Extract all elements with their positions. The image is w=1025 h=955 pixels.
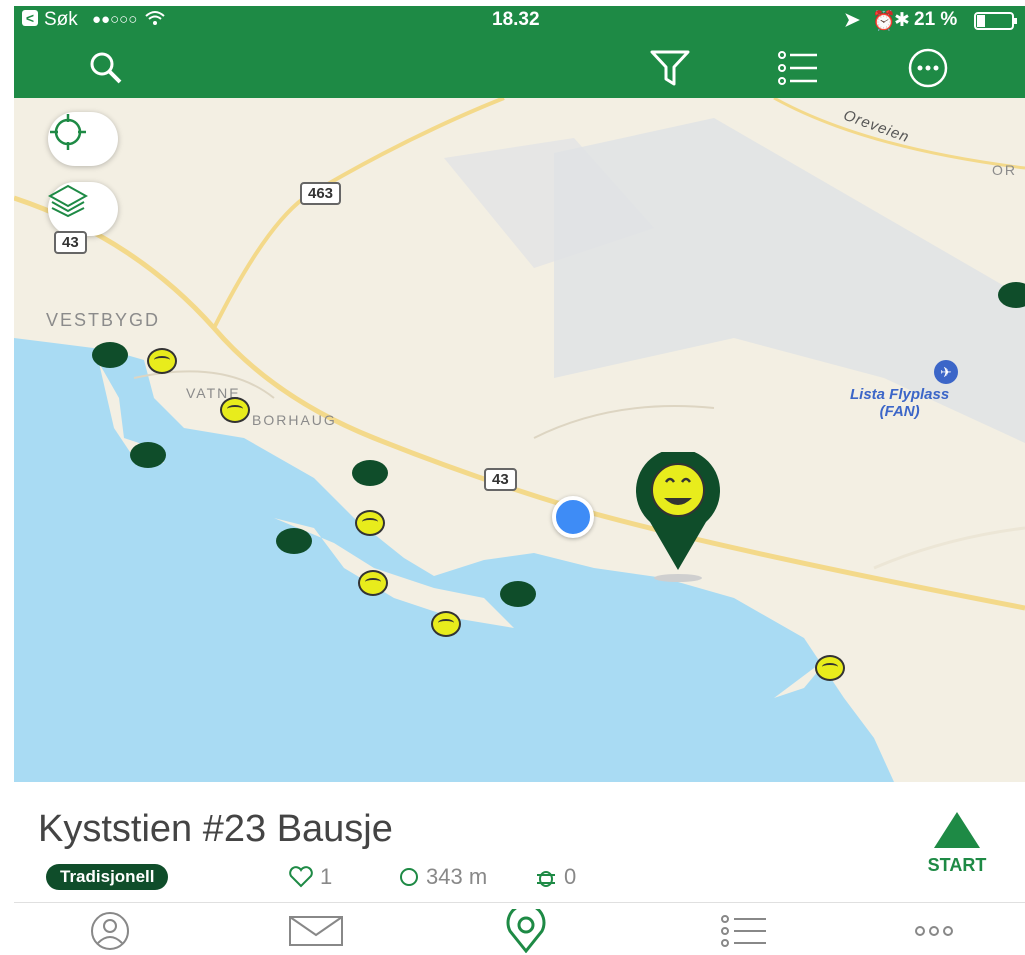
back-icon[interactable]: < bbox=[22, 10, 38, 26]
wifi-icon bbox=[144, 9, 166, 33]
alarm-icon: ⏰ bbox=[872, 11, 896, 32]
airport-icon: ✈ bbox=[934, 360, 958, 384]
cache-marker[interactable] bbox=[276, 528, 312, 554]
status-time: 18.32 bbox=[492, 9, 540, 30]
map-tab[interactable] bbox=[496, 909, 556, 953]
more-dots-icon bbox=[915, 926, 953, 936]
navigation-arrow-icon bbox=[934, 812, 980, 848]
back-label[interactable]: Søk bbox=[44, 9, 78, 31]
distance-value: 343 m bbox=[426, 864, 488, 889]
airport-label: Lista Flyplass (FAN) bbox=[850, 386, 949, 420]
airport-name: Lista Flyplass bbox=[850, 386, 950, 403]
more-icon[interactable] bbox=[904, 44, 952, 92]
lists-tab[interactable] bbox=[714, 911, 774, 951]
start-button[interactable]: START bbox=[917, 810, 997, 876]
list-icon[interactable] bbox=[774, 44, 822, 92]
profile-tab[interactable] bbox=[80, 911, 140, 951]
cache-marker[interactable] bbox=[352, 460, 388, 486]
mail-icon bbox=[289, 916, 343, 946]
map-canvas bbox=[14, 98, 1025, 782]
profile-icon bbox=[91, 912, 129, 950]
favorites-count: 1 bbox=[288, 864, 332, 890]
road-43-shield-east: 43 bbox=[484, 468, 517, 491]
bug-icon bbox=[537, 871, 555, 887]
cache-marker[interactable] bbox=[500, 581, 536, 607]
messages-tab[interactable] bbox=[286, 911, 346, 951]
selected-cache-pin[interactable] bbox=[620, 452, 736, 582]
trackables-count: 0 bbox=[534, 864, 576, 890]
cache-info-panel[interactable]: Kyststien #23 Bausje Tradisjonell 1 343 … bbox=[14, 782, 1025, 902]
cache-marker[interactable] bbox=[92, 342, 128, 368]
heart-icon bbox=[289, 866, 313, 888]
found-cache-marker[interactable] bbox=[220, 397, 250, 423]
battery-percent: 21 % bbox=[914, 9, 958, 30]
road-463-shield: 463 bbox=[300, 182, 342, 205]
start-label[interactable]: START bbox=[917, 855, 997, 876]
distance-icon bbox=[400, 868, 418, 886]
locate-me-button[interactable] bbox=[48, 112, 118, 166]
found-cache-marker[interactable] bbox=[358, 570, 388, 596]
crosshair-icon bbox=[50, 114, 86, 150]
map-view[interactable]: 463 43 43 VESTBYGD VATNE BORHAUG Oreveie… bbox=[14, 98, 1025, 782]
found-cache-marker[interactable] bbox=[431, 611, 461, 637]
road-label-or: OR bbox=[992, 162, 1017, 178]
user-location-dot bbox=[552, 496, 594, 538]
more-tab[interactable] bbox=[904, 911, 964, 951]
trackables-value: 0 bbox=[564, 864, 577, 889]
layers-button[interactable] bbox=[48, 182, 118, 236]
airport-code: (FAN) bbox=[879, 403, 920, 420]
status-bar: < Søk ●●○○○ 18.32 ➤ ⏰ ✱ 21 % bbox=[14, 6, 1025, 34]
tab-bar bbox=[14, 902, 1025, 955]
place-label-vestbygd: VESTBYGD bbox=[46, 310, 161, 330]
filter-icon[interactable] bbox=[646, 44, 694, 92]
location-arrow-icon: ➤ bbox=[844, 10, 860, 31]
distance: 343 m bbox=[398, 864, 487, 890]
cache-title[interactable]: Kyststien #23 Bausje bbox=[38, 808, 393, 851]
found-cache-marker[interactable] bbox=[355, 510, 385, 536]
battery-icon bbox=[974, 12, 1018, 36]
layers-icon bbox=[48, 184, 88, 218]
place-label-borhaug: BORHAUG bbox=[252, 412, 337, 428]
cache-type-badge: Tradisjonell bbox=[46, 864, 169, 890]
search-icon[interactable] bbox=[82, 44, 130, 92]
checklist-icon bbox=[721, 915, 766, 947]
found-cache-marker[interactable] bbox=[815, 655, 845, 681]
cache-marker[interactable] bbox=[130, 442, 166, 468]
map-pin-icon bbox=[506, 909, 546, 953]
signal-indicator: ●●○○○ bbox=[92, 11, 138, 28]
found-cache-marker[interactable] bbox=[147, 348, 177, 374]
road-43-shield: 43 bbox=[54, 231, 87, 254]
bluetooth-icon: ✱ bbox=[894, 10, 910, 31]
favorites-value: 1 bbox=[320, 864, 333, 889]
top-toolbar bbox=[14, 34, 1025, 98]
